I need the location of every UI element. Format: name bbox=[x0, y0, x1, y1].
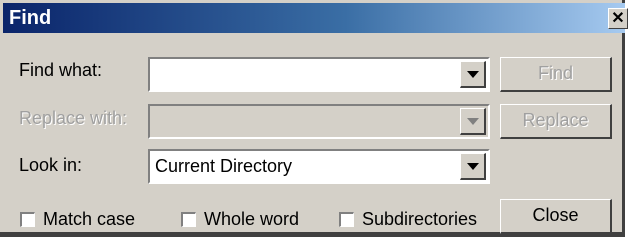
whole-word-label[interactable]: Whole word bbox=[204, 209, 299, 230]
replace-with-label: Replace with: bbox=[19, 108, 128, 128]
chevron-down-icon bbox=[467, 71, 479, 78]
whole-word-checkbox[interactable]: Whole word bbox=[181, 208, 299, 230]
chevron-down-icon bbox=[467, 163, 479, 170]
find-what-combo[interactable] bbox=[148, 57, 490, 92]
match-case-box[interactable] bbox=[20, 211, 35, 227]
subdirectories-label[interactable]: Subdirectories bbox=[362, 209, 477, 230]
find-dialog: Find ✕ Find what: Find Replace with: Rep… bbox=[0, 0, 628, 237]
close-button[interactable]: Close bbox=[500, 199, 612, 234]
find-button[interactable]: Find bbox=[500, 57, 612, 92]
look-in-value[interactable]: Current Directory bbox=[155, 156, 292, 177]
subdirectories-checkbox[interactable]: Subdirectories bbox=[339, 208, 477, 230]
look-in-label: Look in: bbox=[19, 155, 83, 175]
replace-with-combo[interactable] bbox=[148, 104, 490, 139]
look-in-dropdown-button[interactable] bbox=[460, 153, 486, 180]
whole-word-box[interactable] bbox=[181, 211, 196, 227]
replace-button[interactable]: Replace bbox=[500, 104, 612, 139]
replace-with-dropdown-button[interactable] bbox=[460, 108, 486, 135]
find-what-label: Find what: bbox=[19, 60, 103, 80]
match-case-label[interactable]: Match case bbox=[43, 209, 135, 230]
window-title: Find bbox=[9, 7, 52, 29]
close-icon[interactable]: ✕ bbox=[608, 8, 628, 29]
subdirectories-box[interactable] bbox=[339, 211, 354, 227]
title-bar: Find ✕ bbox=[3, 3, 628, 33]
chevron-down-icon bbox=[467, 118, 479, 125]
find-what-dropdown-button[interactable] bbox=[460, 61, 486, 88]
match-case-checkbox[interactable]: Match case bbox=[20, 208, 135, 230]
look-in-combo[interactable]: Current Directory bbox=[148, 149, 490, 184]
